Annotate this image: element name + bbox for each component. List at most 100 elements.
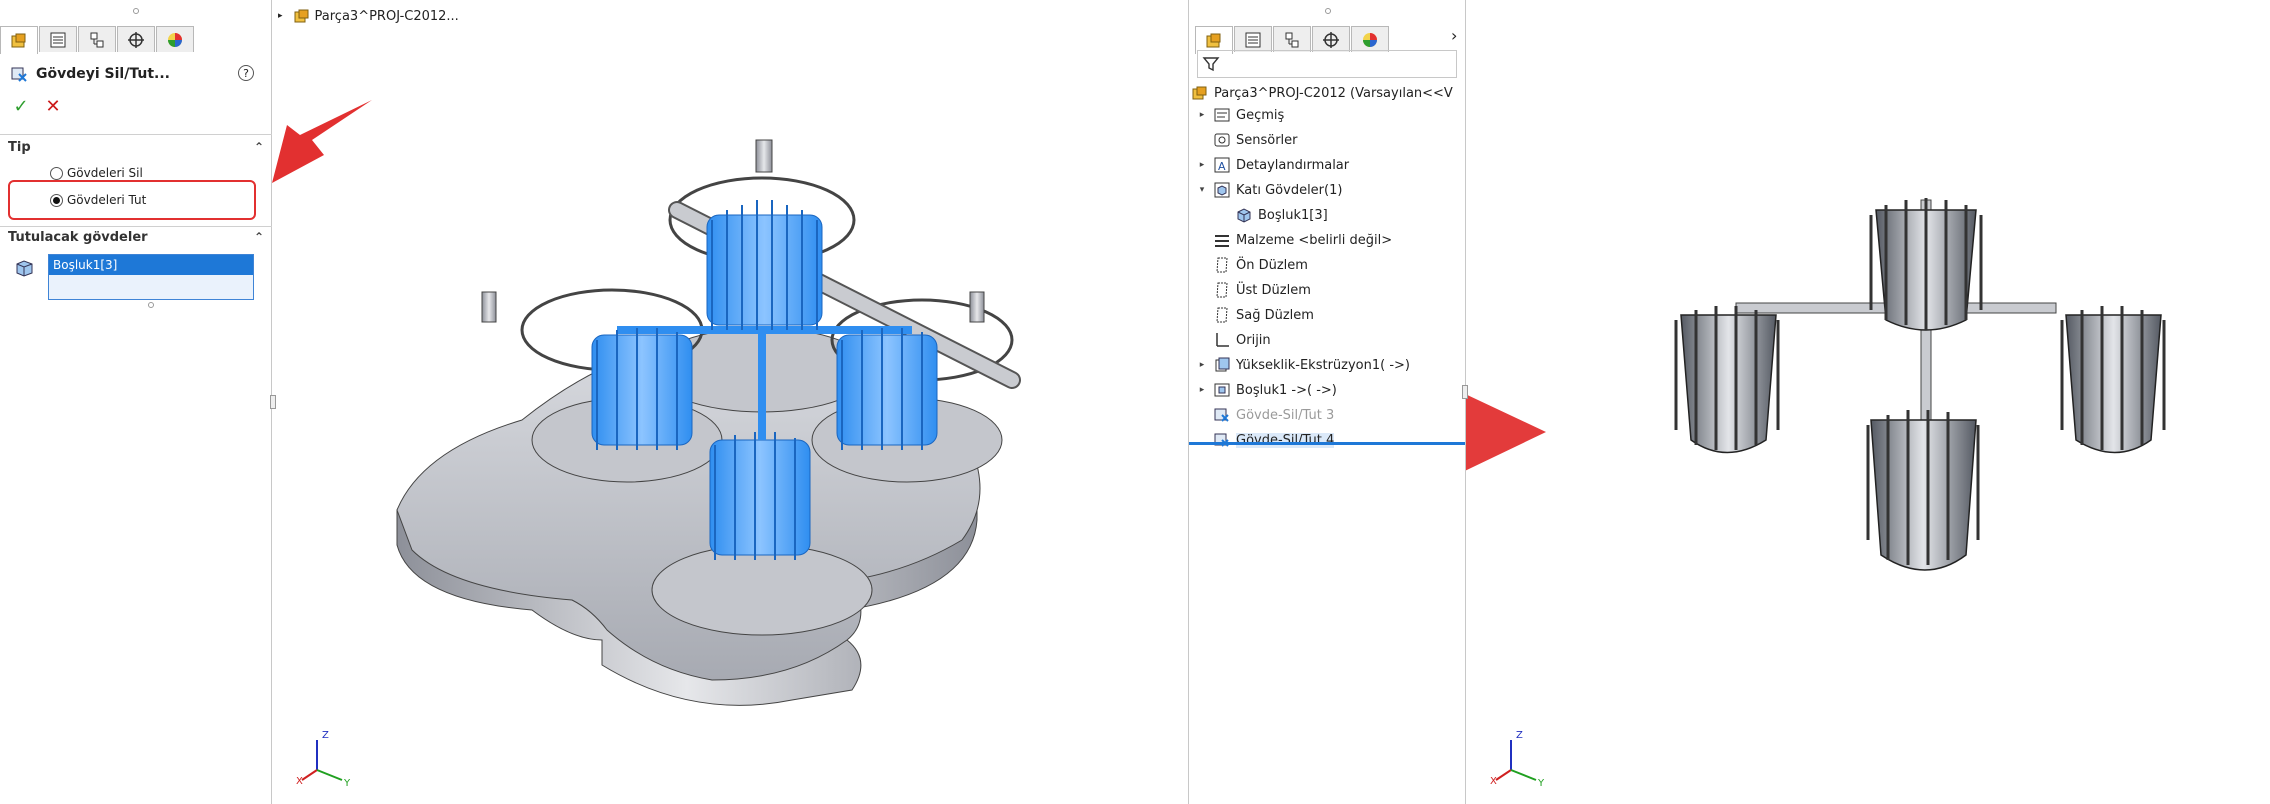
property-list-icon <box>1245 32 1261 47</box>
svg-text:A: A <box>1218 160 1226 173</box>
expand-icon[interactable]: ▸ <box>1197 160 1207 170</box>
cancel-button[interactable]: ✕ <box>42 96 64 118</box>
axis-label-y: Y <box>344 778 351 789</box>
tree-item-label: Gövde-Sil/Tut 3 <box>1236 407 1335 423</box>
tab-property-manager[interactable] <box>1234 26 1272 52</box>
annotation-icon: A <box>1213 156 1231 174</box>
origin-icon <box>1213 331 1231 349</box>
tree-item[interactable]: Ön Düzlem <box>1197 254 1308 276</box>
body-icon <box>1235 206 1253 224</box>
crosshair-icon <box>128 31 144 48</box>
axis-label-y: Y <box>1538 778 1545 789</box>
radio-button[interactable] <box>50 193 63 207</box>
solid-bodies-icon <box>1213 181 1231 199</box>
tree-item-label: Yükseklik-Ekstrüzyon1( ->) <box>1236 357 1410 373</box>
tree-item[interactable]: ▾ Katı Gövdeler(1) <box>1197 179 1342 201</box>
divider <box>0 226 272 227</box>
tree-item[interactable]: Gövde-Sil/Tut 4 <box>1197 429 1335 451</box>
tab-property-manager[interactable] <box>39 26 77 52</box>
group-label: Tip <box>8 140 31 155</box>
tree-item-label: Orijin <box>1236 332 1271 348</box>
panel-grip[interactable] <box>1325 8 1331 14</box>
splitter-handle[interactable] <box>1462 385 1468 399</box>
divider <box>0 134 272 135</box>
tab-display-manager[interactable] <box>156 26 194 52</box>
radio-keep-bodies[interactable]: Gövdeleri Tut <box>50 191 146 209</box>
property-manager-panel: Gövdeyi Sil/Tut... ? ✓ ✕ Tip ⌃ Gövdeleri… <box>0 0 272 804</box>
cavity-icon <box>1213 381 1231 399</box>
tree-filter-input[interactable] <box>1197 50 1457 78</box>
tree-item[interactable]: Orijin <box>1197 329 1271 351</box>
graphics-viewport-left[interactable]: ▸ Parça3^PROJ-C2012... Z X Y <box>272 0 1188 804</box>
tree-item-label: Geçmiş <box>1236 107 1285 123</box>
chevron-up-icon[interactable]: ⌃ <box>254 140 264 154</box>
group-header-type[interactable]: Tip ⌃ <box>8 140 266 160</box>
plane-icon <box>1213 256 1231 274</box>
tree-root[interactable]: Parça3^PROJ-C2012 (Varsayılan<<V <box>1191 82 1453 104</box>
expand-icon[interactable]: ▸ <box>1197 385 1207 395</box>
tab-display-manager[interactable] <box>1351 26 1389 52</box>
tree-item[interactable]: ▸ A Detaylandırmalar <box>1197 154 1349 176</box>
radio-button[interactable] <box>50 166 63 180</box>
manager-tabs <box>0 26 195 56</box>
tree-item-label: Sağ Düzlem <box>1236 307 1314 323</box>
history-icon <box>1213 106 1231 124</box>
bodies-to-keep-list[interactable]: Boşluk1[3] <box>48 254 254 300</box>
tree-item[interactable]: Üst Düzlem <box>1197 279 1311 301</box>
tree-item[interactable]: Malzeme <belirli değil> <box>1197 229 1392 251</box>
configuration-icon <box>1285 32 1299 47</box>
axis-label-x: X <box>296 776 303 787</box>
property-manager-header: Gövdeyi Sil/Tut... ? <box>10 62 260 86</box>
tree-item-label: Ön Düzlem <box>1236 257 1308 273</box>
expand-icon[interactable]: ▸ <box>1197 110 1207 120</box>
group-label: Tutulacak gövdeler <box>8 230 148 245</box>
tab-configuration-manager[interactable] <box>1273 26 1311 52</box>
resize-grip[interactable] <box>148 302 154 308</box>
splitter-handle[interactable] <box>270 395 276 409</box>
tree-item-label: Katı Gövdeler(1) <box>1236 182 1343 198</box>
tree-item-label: Üst Düzlem <box>1236 282 1311 298</box>
axis-label-z: Z <box>322 730 329 741</box>
chevron-right-icon[interactable]: › <box>1451 26 1457 45</box>
solid-body-icon <box>16 260 33 277</box>
list-item[interactable]: Boşluk1[3] <box>49 255 253 275</box>
material-icon <box>1213 231 1231 249</box>
configuration-icon <box>90 32 104 47</box>
extrude-icon <box>1213 356 1231 374</box>
chevron-up-icon[interactable]: ⌃ <box>254 230 264 244</box>
help-icon[interactable]: ? <box>238 65 254 81</box>
tab-feature-manager[interactable] <box>0 26 38 54</box>
tree-item-label: Gövde-Sil/Tut 4 <box>1236 432 1335 448</box>
expand-icon[interactable]: ▸ <box>1197 360 1207 370</box>
tree-item[interactable]: Gövde-Sil/Tut 3 <box>1197 404 1334 426</box>
tree-item-label: Detaylandırmalar <box>1236 157 1350 173</box>
tab-dimxpert-manager[interactable] <box>117 26 155 52</box>
expand-icon[interactable]: ▾ <box>1197 185 1207 195</box>
tab-configuration-manager[interactable] <box>78 26 116 52</box>
appearance-icon <box>168 32 182 47</box>
body-delete-icon <box>1213 431 1231 449</box>
group-header-keep[interactable]: Tutulacak gövdeler ⌃ <box>8 230 266 250</box>
plane-icon <box>1213 281 1231 299</box>
tree-item[interactable]: ▸ Geçmiş <box>1197 104 1285 126</box>
rollback-bar[interactable] <box>1189 442 1465 445</box>
crosshair-icon <box>1323 31 1339 48</box>
property-list-icon <box>50 32 66 47</box>
tree-item-label: Boşluk1[3] <box>1258 207 1328 223</box>
tree-item[interactable]: Boşluk1[3] <box>1219 204 1328 226</box>
panel-grip[interactable] <box>133 8 139 14</box>
tree-item[interactable]: ▸ Yükseklik-Ekstrüzyon1( ->) <box>1197 354 1410 376</box>
tree-item[interactable]: Sağ Düzlem <box>1197 304 1314 326</box>
mold-model <box>301 139 1021 781</box>
radio-label: Gövdeleri Sil <box>67 166 143 180</box>
body-delete-icon <box>11 67 27 82</box>
ok-button[interactable]: ✓ <box>10 96 32 118</box>
tree-root-label: Parça3^PROJ-C2012 (Varsayılan<<V <box>1214 85 1453 101</box>
axis-label-z: Z <box>1516 730 1523 741</box>
tab-dimxpert-manager[interactable] <box>1312 26 1350 52</box>
tree-item[interactable]: ▸ Boşluk1 ->( ->) <box>1197 379 1337 401</box>
tree-item[interactable]: Sensörler <box>1197 129 1298 151</box>
feature-manager-icon <box>1206 33 1221 47</box>
graphics-viewport-right[interactable]: Z X Y <box>1466 0 2270 804</box>
tree-item-label: Sensörler <box>1236 132 1298 148</box>
